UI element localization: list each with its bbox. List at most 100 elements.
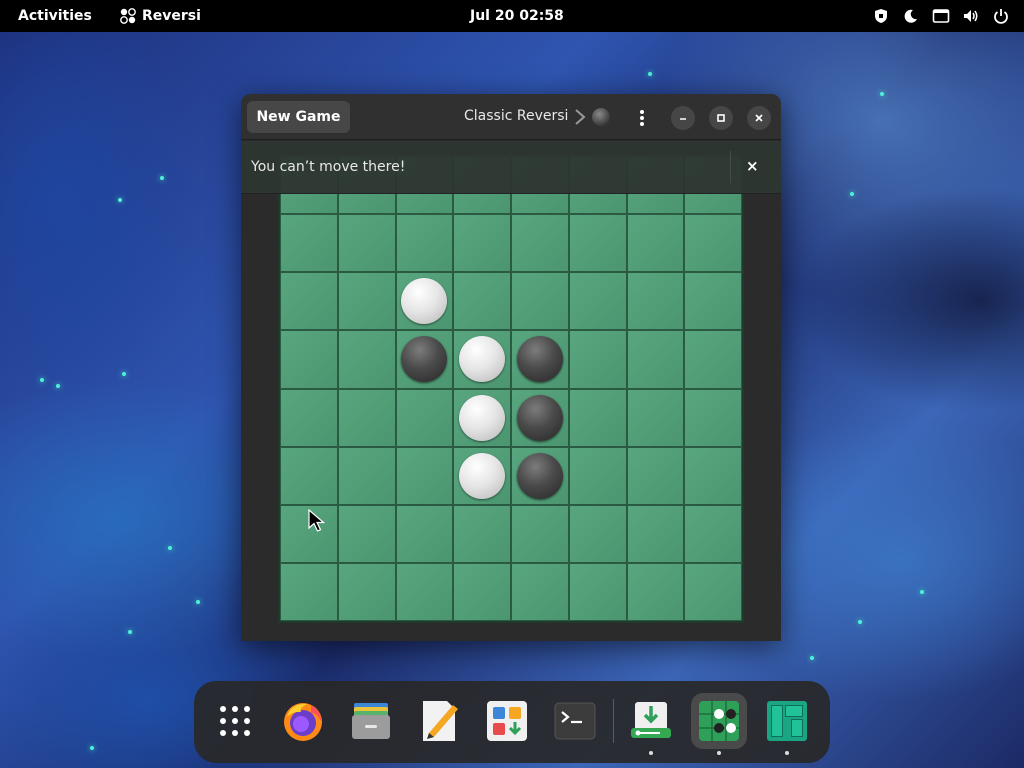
dock — [194, 681, 830, 763]
night-mode-icon[interactable] — [902, 7, 920, 25]
game-board[interactable] — [278, 154, 744, 623]
game-title: Classic Reversi — [464, 108, 569, 124]
board-cell[interactable] — [280, 214, 338, 273]
board-cell[interactable] — [626, 446, 685, 505]
board-cell[interactable] — [684, 214, 742, 273]
system-tray[interactable] — [872, 7, 1010, 25]
close-icon — [755, 114, 763, 122]
app-menu[interactable]: Reversi — [120, 8, 201, 24]
board-cell[interactable] — [684, 446, 742, 505]
board-cell[interactable] — [453, 446, 511, 505]
board-cell[interactable] — [626, 504, 685, 563]
board-cell[interactable] — [626, 272, 685, 331]
dock-update-manager[interactable] — [623, 693, 679, 755]
header-bar: New Game Classic Reversi — [241, 94, 781, 140]
volume-icon[interactable] — [962, 7, 980, 25]
running-indicator — [649, 751, 653, 755]
board-cell[interactable] — [280, 330, 338, 389]
dock-text-editor[interactable] — [411, 693, 467, 749]
board-cell[interactable] — [684, 504, 742, 563]
board-cell[interactable] — [337, 330, 396, 389]
notification-separator — [730, 151, 731, 183]
board-cell[interactable] — [337, 272, 396, 331]
menu-button[interactable] — [630, 106, 654, 130]
board-cell[interactable] — [337, 446, 396, 505]
board-cell[interactable] — [453, 272, 511, 331]
board-cell[interactable] — [395, 446, 454, 505]
board-cell[interactable] — [395, 272, 454, 331]
power-icon[interactable] — [992, 7, 1010, 25]
board-cell[interactable] — [337, 562, 396, 621]
board-cell[interactable] — [511, 504, 569, 563]
running-indicator — [785, 751, 789, 755]
board-cell[interactable] — [511, 388, 569, 447]
board-cell[interactable] — [453, 330, 511, 389]
white-disc — [459, 336, 506, 383]
clock[interactable]: Jul 20 02:58 — [470, 8, 564, 24]
board-cell[interactable] — [395, 330, 454, 389]
board-cell[interactable] — [568, 504, 627, 563]
minimize-button[interactable] — [671, 106, 695, 130]
board-cell[interactable] — [453, 214, 511, 273]
dock-terminal[interactable] — [547, 693, 603, 749]
board-cell[interactable] — [568, 562, 627, 621]
activities-button[interactable]: Activities — [18, 8, 92, 24]
board-cell[interactable] — [568, 446, 627, 505]
maximize-icon — [717, 114, 725, 122]
running-indicator — [717, 751, 721, 755]
board-cell[interactable] — [684, 562, 742, 621]
close-window-button[interactable] — [747, 106, 771, 130]
app-grid-icon — [220, 706, 250, 736]
board-cell[interactable] — [626, 330, 685, 389]
board-cell[interactable] — [395, 388, 454, 447]
board-cell[interactable] — [568, 272, 627, 331]
top-bar: Activities Reversi Jul 20 02:58 — [0, 0, 1024, 32]
terminal-icon — [554, 702, 596, 740]
dock-software[interactable] — [479, 693, 535, 749]
board-cell[interactable] — [684, 272, 742, 331]
board-cell[interactable] — [568, 388, 627, 447]
maximize-button[interactable] — [709, 106, 733, 130]
board-cell[interactable] — [626, 388, 685, 447]
board-cell[interactable] — [511, 214, 569, 273]
shield-icon[interactable] — [872, 7, 890, 25]
board-cell[interactable] — [568, 214, 627, 273]
black-disc — [516, 452, 563, 499]
board-cell[interactable] — [568, 330, 627, 389]
board-cell[interactable] — [684, 388, 742, 447]
dock-files[interactable] — [343, 693, 399, 749]
board-cell[interactable] — [337, 388, 396, 447]
board-cell[interactable] — [280, 446, 338, 505]
reversi-icon — [699, 701, 739, 741]
dock-show-apps[interactable] — [207, 693, 263, 749]
board-cell[interactable] — [453, 504, 511, 563]
board-cell[interactable] — [280, 562, 338, 621]
dock-separator — [613, 699, 614, 743]
notification-close-button[interactable]: × — [746, 157, 759, 175]
board-cell[interactable] — [511, 272, 569, 331]
board-cell[interactable] — [337, 504, 396, 563]
new-game-button[interactable]: New Game — [247, 101, 350, 133]
firefox-icon — [284, 703, 322, 741]
dock-manjaro[interactable] — [759, 693, 815, 755]
board-cell[interactable] — [280, 272, 338, 331]
dock-reversi[interactable] — [691, 693, 747, 755]
board-cell[interactable] — [395, 504, 454, 563]
screen-share-icon[interactable] — [932, 7, 950, 25]
notification-message: You can’t move there! — [251, 159, 406, 175]
board-cell[interactable] — [684, 330, 742, 389]
board-cell[interactable] — [280, 388, 338, 447]
board-cell[interactable] — [626, 214, 685, 273]
board-cell[interactable] — [626, 562, 685, 621]
board-cell[interactable] — [511, 330, 569, 389]
board-cell[interactable] — [511, 562, 569, 621]
board-cell[interactable] — [453, 388, 511, 447]
black-disc — [516, 336, 563, 383]
board-cell[interactable] — [453, 562, 511, 621]
board-cell[interactable] — [395, 562, 454, 621]
board-cell[interactable] — [395, 214, 454, 273]
board-cell[interactable] — [511, 446, 569, 505]
software-icon — [487, 701, 527, 741]
board-cell[interactable] — [337, 214, 396, 273]
dock-firefox[interactable] — [275, 693, 331, 749]
